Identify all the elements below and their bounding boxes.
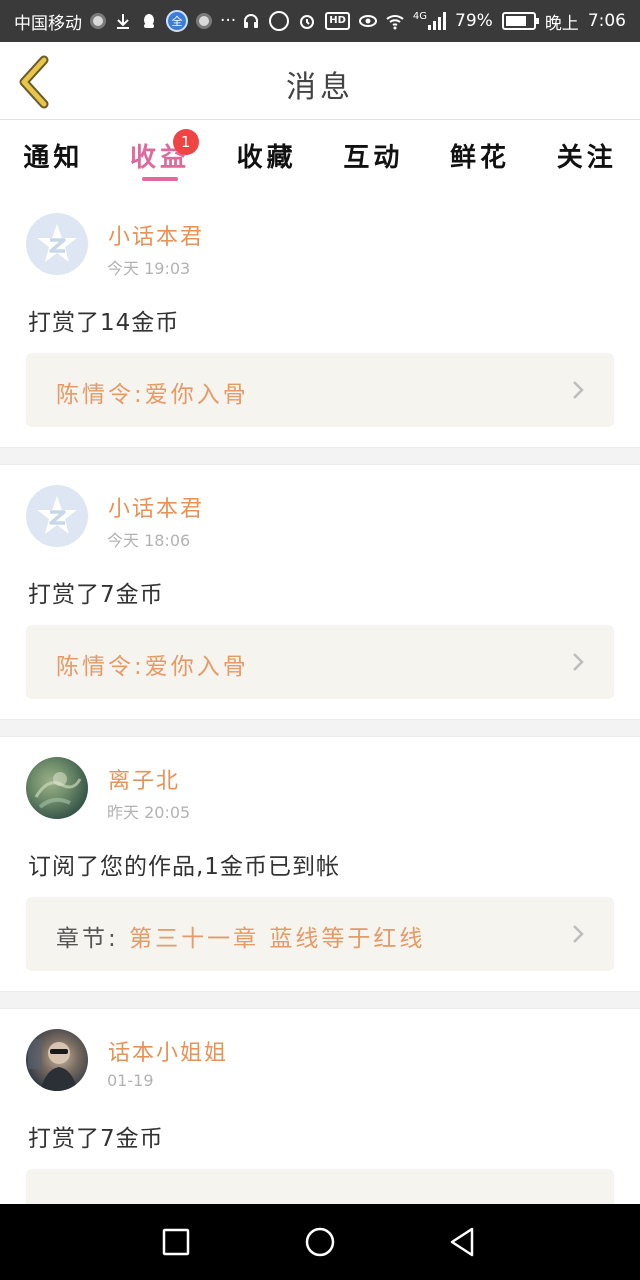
tab-interactions[interactable]: 互动	[320, 121, 427, 193]
user-name[interactable]: 话本小姐姐	[108, 1035, 228, 1067]
avatar[interactable]	[26, 485, 88, 547]
signal-icon	[428, 12, 447, 30]
system-nav-bar	[0, 1204, 640, 1280]
tab-earnings[interactable]: 收益 1	[107, 121, 214, 193]
chapter-title: 第三十一章 蓝线等于红线	[129, 926, 426, 952]
tab-notifications[interactable]: 通知	[0, 121, 107, 193]
chevron-right-icon	[573, 925, 584, 943]
tab-flowers[interactable]: 鲜花	[427, 121, 534, 193]
network-label: 4G	[412, 10, 428, 22]
work-link[interactable]: 陈情令:爱你入骨	[26, 353, 614, 427]
chevron-right-icon	[573, 381, 584, 399]
quanmin-icon: 全	[166, 10, 188, 32]
photo-avatar-image	[34, 772, 82, 809]
more-icon: ···	[220, 11, 237, 31]
data-saver-icon	[269, 11, 290, 31]
message-text: 打赏了7金币	[28, 582, 164, 608]
eye-icon	[358, 15, 377, 27]
unread-badge: 1	[172, 129, 199, 155]
message-text: 打赏了14金币	[28, 310, 180, 336]
tab-favorites[interactable]: 收藏	[213, 121, 320, 193]
recent-apps-button[interactable]	[158, 1224, 194, 1260]
hd-icon: HD	[325, 12, 350, 30]
qq-icon	[144, 14, 154, 28]
tab-label: 收藏	[236, 143, 297, 173]
photo-avatar-image	[28, 1039, 78, 1091]
message-text: 打赏了7金币	[28, 1126, 164, 1152]
list-item: 离子北 昨天 20:05 订阅了您的作品,1金币已到帐 章节: 第三十一章 蓝线…	[0, 737, 640, 991]
alarm-icon	[300, 15, 315, 29]
headset-icon	[244, 14, 259, 28]
link-prefix: 章节:	[56, 926, 130, 952]
download-icon	[117, 14, 129, 29]
work-link-label: 陈情令:爱你入骨	[56, 647, 249, 681]
default-avatar-icon	[37, 224, 77, 262]
browser-icon	[90, 13, 106, 29]
user-name[interactable]: 小话本君	[108, 219, 204, 251]
home-button[interactable]	[302, 1224, 338, 1260]
wifi-icon	[386, 15, 404, 30]
divider	[0, 719, 640, 737]
battery-percent: 79%	[455, 11, 493, 31]
tab-label: 互动	[343, 143, 404, 173]
battery-icon	[501, 12, 539, 30]
status-bar: 中国移动 全 ··· HD 4G 79% 晚上 7:06	[0, 0, 640, 42]
timestamp: 今天 19:03	[107, 259, 191, 278]
chapter-link[interactable]: 章节: 第三十一章 蓝线等于红线	[26, 897, 614, 971]
divider	[0, 991, 640, 1009]
tab-label: 关注	[556, 143, 617, 173]
timestamp: 01-19	[107, 1071, 154, 1090]
chevron-right-icon	[573, 653, 584, 671]
work-title: 陈情令:爱你入骨	[56, 654, 249, 680]
header-bar: 消息	[0, 42, 640, 120]
work-title: 陈情令:爱你入骨	[56, 382, 249, 408]
browser-icon	[196, 13, 212, 29]
back-nav-button[interactable]	[444, 1224, 480, 1260]
carrier-label: 中国移动	[14, 13, 82, 34]
list-item: 小话本君 今天 19:03 打赏了14金币 陈情令:爱你入骨	[0, 193, 640, 447]
message-feed: 小话本君 今天 19:03 打赏了14金币 陈情令:爱你入骨 小话本君 今天 1…	[0, 193, 640, 1263]
tab-bar: 通知 收益 1 收藏 互动 鲜花 关注	[0, 121, 640, 193]
battery-fill	[505, 16, 527, 26]
active-tab-indicator	[142, 177, 178, 181]
user-name[interactable]: 小话本君	[108, 491, 204, 523]
divider	[0, 447, 640, 465]
clock: 7:06	[587, 11, 626, 31]
timestamp: 昨天 20:05	[107, 803, 191, 822]
message-text: 订阅了您的作品,1金币已到帐	[28, 854, 340, 880]
avatar[interactable]	[26, 1029, 88, 1091]
tab-label: 鲜花	[450, 143, 511, 173]
page-title: 消息	[286, 70, 354, 105]
avatar[interactable]	[26, 213, 88, 275]
default-avatar-icon	[37, 496, 77, 534]
user-name[interactable]: 离子北	[108, 763, 180, 795]
work-link[interactable]: 陈情令:爱你入骨	[26, 625, 614, 699]
work-link-label: 陈情令:爱你入骨	[56, 375, 249, 409]
time-prefix: 晚上	[544, 13, 579, 34]
timestamp: 今天 18:06	[107, 531, 191, 550]
tab-label: 通知	[23, 143, 84, 173]
list-item: 小话本君 今天 18:06 打赏了7金币 陈情令:爱你入骨	[0, 465, 640, 719]
tab-following[interactable]: 关注	[533, 121, 640, 193]
work-link-label: 章节: 第三十一章 蓝线等于红线	[56, 919, 425, 953]
avatar[interactable]	[26, 757, 88, 819]
